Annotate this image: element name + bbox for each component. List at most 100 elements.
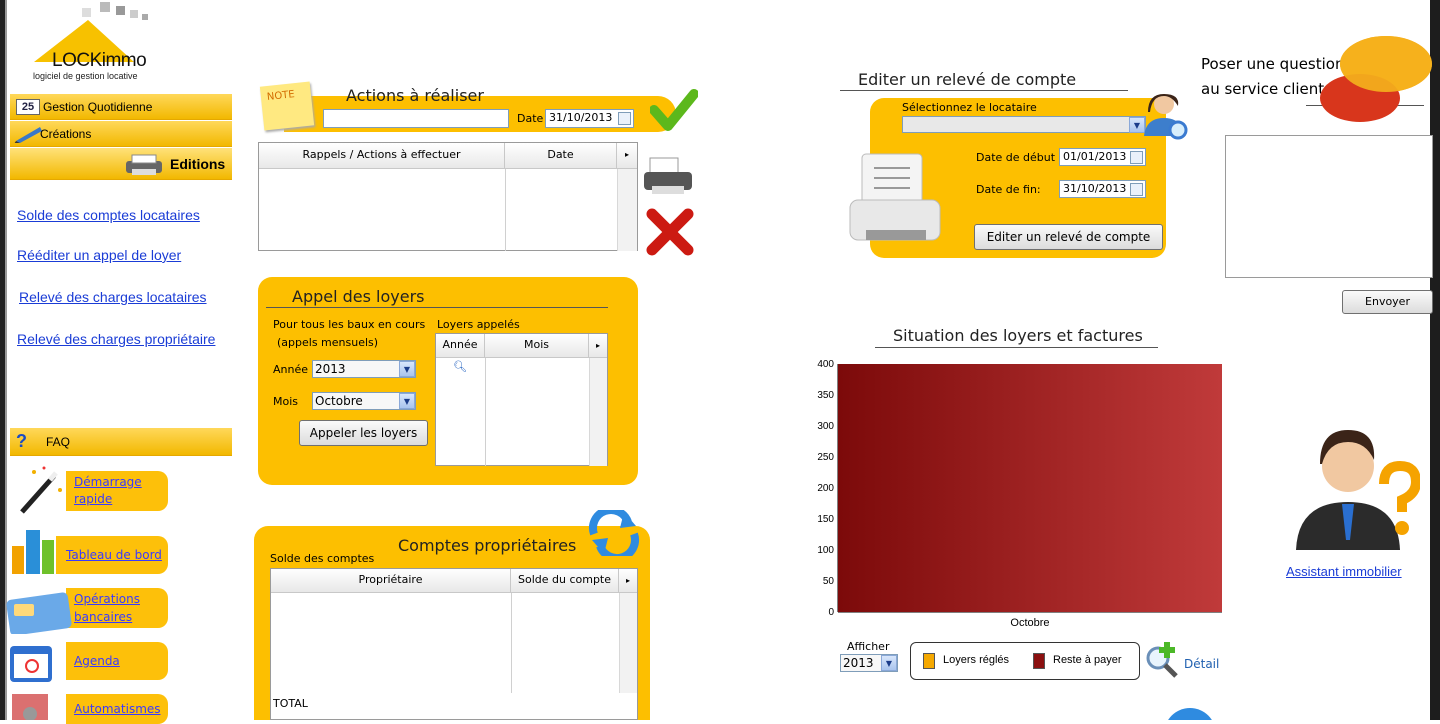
link-solde-comptes-locataires[interactable]: Solde des comptes locataires: [17, 207, 200, 223]
total-label: TOTAL: [273, 697, 308, 710]
x-tick-label: Octobre: [1010, 617, 1049, 629]
faq-tableau-de-bord[interactable]: Tableau de bord: [56, 536, 168, 574]
select-value: 2013: [315, 362, 346, 376]
action-text-input[interactable]: [323, 109, 509, 128]
column-label: Année: [442, 338, 478, 351]
menu-creations[interactable]: Créations: [10, 121, 232, 147]
mois-select[interactable]: Octobre ▼: [312, 392, 416, 410]
select-locataire-label: Sélectionnez le locataire: [902, 101, 1037, 114]
question-message-input[interactable]: [1225, 135, 1433, 278]
link-releve-charges-proprietaire[interactable]: Relevé des charges propriétaire: [17, 331, 215, 347]
pen-icon: [14, 127, 42, 143]
menu-label: Editions: [170, 156, 226, 172]
column-divider: [485, 358, 486, 466]
search-icon[interactable]: 🔍︎: [453, 360, 467, 373]
faq-header[interactable]: ? FAQ: [10, 428, 232, 456]
bar-chart-icon: [12, 530, 54, 574]
legend-label: Reste à payer: [1053, 654, 1122, 666]
logo-name: LOCKimmo: [52, 50, 147, 71]
comptes-subtitle: Solde des comptes: [270, 552, 375, 565]
user-search-icon: [1144, 94, 1188, 140]
faq-label: FAQ: [46, 435, 71, 449]
y-tick-label: 50: [823, 576, 835, 587]
date-debut-field[interactable]: 01/01/2013: [1059, 148, 1146, 166]
menu-label: Créations: [40, 127, 92, 141]
actions-date-field[interactable]: 31/10/2013: [545, 109, 634, 128]
annee-select[interactable]: 2013 ▼: [312, 360, 416, 378]
column-label: Solde du compte: [517, 573, 612, 586]
note-label: NOTE: [266, 89, 296, 104]
question-mark-icon: ?: [16, 431, 27, 451]
date-value: 01/01/2013: [1063, 150, 1127, 163]
editer-releve-button[interactable]: Editer un relevé de compte: [974, 224, 1163, 250]
y-tick-label: 150: [817, 514, 834, 525]
calendar-icon[interactable]: [1130, 183, 1143, 196]
gears-icon: [12, 694, 48, 720]
appeler-loyers-button[interactable]: Appeler les loyers: [299, 420, 428, 446]
magic-wand-icon: [20, 466, 62, 514]
column-menu-icon[interactable]: ▸: [589, 334, 607, 357]
link-reediter-appel-loyer[interactable]: Rééditer un appel de loyer: [17, 247, 181, 263]
column-menu-icon[interactable]: ▸: [619, 569, 637, 592]
refresh-icon[interactable]: [588, 510, 640, 556]
document-printer-icon: [849, 153, 941, 241]
faq-label: Démarrage rapide: [74, 475, 142, 506]
column-header[interactable]: Mois: [485, 334, 589, 357]
envoyer-button[interactable]: Envoyer: [1342, 290, 1433, 314]
date-fin-field[interactable]: 31/10/2013: [1059, 180, 1146, 198]
column-menu-icon[interactable]: ▸: [617, 143, 637, 168]
menu-editions[interactable]: Editions: [10, 148, 232, 180]
chat-bubbles-icon: [1320, 36, 1432, 122]
faq-operations-bancaires[interactable]: Opérations bancaires: [66, 588, 168, 628]
delete-x-icon[interactable]: [646, 208, 694, 256]
column-divider: [511, 593, 512, 693]
column-header[interactable]: Année 🔍︎: [436, 334, 485, 373]
actions-scrollbar[interactable]: [617, 169, 637, 251]
assistant-avatar-icon: [1296, 430, 1420, 550]
faq-agenda[interactable]: Agenda: [66, 642, 168, 680]
locataire-select[interactable]: ▼: [902, 116, 1146, 133]
calendar-icon[interactable]: [1130, 151, 1143, 164]
agenda-icon: [10, 646, 52, 682]
detail-link[interactable]: Détail: [1184, 657, 1219, 671]
y-tick-label: 400: [817, 359, 834, 370]
y-tick-label: 200: [817, 483, 834, 494]
calendar-icon[interactable]: [618, 112, 631, 125]
chart-year-select[interactable]: 2013 ▼: [840, 654, 898, 672]
legend-swatch: [923, 653, 935, 669]
note-icon: NOTE: [259, 81, 315, 131]
faq-label: Automatismes: [74, 702, 161, 716]
chevron-down-icon: ▼: [399, 361, 415, 377]
comptes-grid[interactable]: Propriétaire Solde du compte ▸ TOTAL: [270, 568, 638, 720]
calendar-25-icon: 25: [16, 99, 40, 115]
releve-title: Editer un relevé de compte: [858, 70, 1077, 89]
date-value: 31/10/2013: [1063, 182, 1127, 195]
chevron-down-icon: ▼: [881, 655, 897, 671]
menu-gestion-quotidienne[interactable]: 25 Gestion Quotidienne: [10, 94, 232, 120]
faq-demarrage-rapide[interactable]: Démarrage rapide: [66, 471, 168, 511]
chart: 0 50 100 150 200 250 300 350 400 Octobre: [817, 359, 1222, 629]
column-header[interactable]: Date: [505, 143, 617, 168]
comptes-title: Comptes propriétaires: [398, 536, 577, 555]
link-releve-charges-locataires[interactable]: Relevé des charges locataires: [19, 289, 207, 305]
chart-legend: Loyers réglés Reste à payer: [910, 642, 1140, 680]
loyers-scrollbar[interactable]: [589, 358, 607, 466]
column-header[interactable]: Propriétaire: [271, 569, 511, 592]
comptes-scrollbar[interactable]: [619, 593, 637, 693]
title-underline: [875, 347, 1158, 348]
loyers-appeles-grid[interactable]: Année 🔍︎ Mois ▸: [435, 333, 608, 466]
loyers-desc-line1: Pour tous les baux en cours: [273, 318, 426, 331]
y-tick-label: 0: [828, 607, 834, 618]
printer-icon: [126, 154, 162, 175]
actions-title: Actions à réaliser: [346, 86, 484, 105]
validate-checkmark-icon[interactable]: [650, 88, 698, 132]
zoom-plus-icon[interactable]: [1144, 640, 1182, 678]
y-tick-label: 300: [817, 421, 834, 432]
actions-grid[interactable]: Rappels / Actions à effectuer Date ▸: [258, 142, 638, 251]
printer-icon[interactable]: [640, 154, 700, 200]
assistant-immobilier-link[interactable]: Assistant immobilier: [1286, 564, 1402, 579]
faq-label: Agenda: [74, 654, 120, 668]
column-header[interactable]: Solde du compte: [511, 569, 619, 592]
column-header[interactable]: Rappels / Actions à effectuer: [259, 143, 505, 168]
select-value: 2013: [843, 656, 874, 670]
